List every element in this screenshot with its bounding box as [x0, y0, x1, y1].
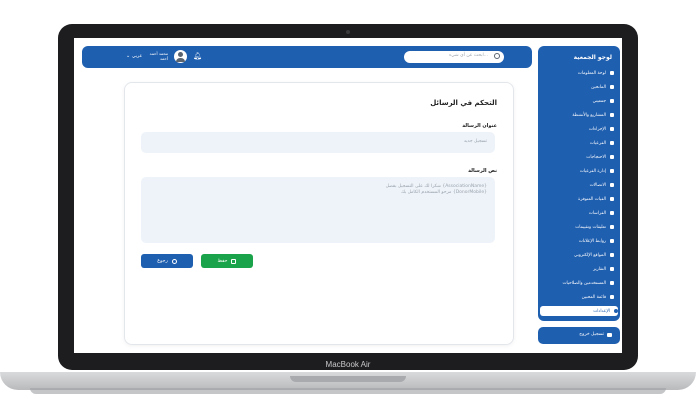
camera-icon — [346, 30, 350, 34]
sidebar-item-complaints[interactable]: الاحتجاجات — [542, 152, 614, 162]
sidebar-item-websites[interactable]: المواقع الإلكتروني — [542, 250, 614, 260]
avatar[interactable] — [174, 50, 187, 63]
body-textarea[interactable]: شكرا لك على التسجيل بفضل {AssociationNam… — [141, 177, 495, 243]
logout-label: تسجيل خروج — [579, 332, 604, 337]
sidebar-item-donors[interactable]: المانحين — [542, 82, 614, 92]
user-name-line2: أحمد — [160, 56, 168, 61]
circle-icon — [610, 211, 614, 215]
users-icon — [610, 295, 614, 299]
user-icon — [610, 85, 614, 89]
chat-icon — [610, 155, 614, 159]
bell-icon[interactable]: 🔔︎ — [193, 52, 202, 60]
top-bar: 🔔︎ محمد أحمد أحمد ⌄ عربي ابحث عن أي شيء.… — [82, 46, 532, 68]
sidebar-item-branches[interactable]: الفرعيات — [542, 138, 614, 148]
sidebar-item-reports[interactable]: التقارير — [542, 264, 614, 274]
page-title: التحكم في الرسائل — [430, 99, 497, 107]
sidebar-item-projects[interactable]: المشاريع والأنشطة — [542, 110, 614, 120]
share-icon — [610, 239, 614, 243]
search-icon — [494, 53, 500, 59]
back-icon — [171, 258, 177, 264]
body-label: نص الرسالة — [468, 168, 497, 174]
sidebar-item-studies[interactable]: الفراسات — [542, 208, 614, 218]
sidebar-item-contacts[interactable]: الاتصالات — [542, 180, 614, 190]
subject-input[interactable]: تسجيل جديد — [141, 132, 495, 153]
sidebar-logo: لوجو الجمعية — [573, 54, 612, 61]
body-placeholder: شكرا لك على التسجيل بفضل {AssociationNam… — [385, 184, 487, 195]
report-icon — [610, 267, 614, 271]
sidebar-item-reviews[interactable]: تعليقات وتقييمات — [542, 222, 614, 232]
grid-icon — [610, 71, 614, 75]
gear-icon — [614, 309, 618, 313]
list-icon — [610, 127, 614, 131]
sidebar-item-my-association[interactable]: جمعيتي — [542, 96, 614, 106]
briefcase-icon — [610, 113, 614, 117]
swap-icon — [610, 169, 614, 173]
back-button[interactable]: رجوع — [141, 254, 193, 268]
screen: 🔔︎ محمد أحمد أحمد ⌄ عربي ابحث عن أي شيء.… — [74, 38, 622, 353]
sidebar-item-users[interactable]: المستخدمين والصلاحيات — [542, 278, 614, 288]
sidebar-item-settings[interactable]: الإعدادات — [540, 306, 618, 316]
users-icon — [610, 281, 614, 285]
laptop-shadow — [30, 388, 666, 394]
file-icon — [610, 141, 614, 145]
device-label: MacBook Air — [325, 360, 371, 369]
subject-label: عنوان الرسالة — [462, 123, 497, 129]
sidebar-item-favorites[interactable]: قائمة المحبين — [542, 292, 614, 302]
save-icon — [231, 258, 237, 264]
sidebar-item-ad-links[interactable]: روابط الإعلانات — [542, 236, 614, 246]
laptop-notch — [290, 376, 406, 382]
sidebar-item-available[interactable]: الفيات المتوفرة — [542, 194, 614, 204]
location-icon — [610, 253, 614, 257]
subject-placeholder: تسجيل جديد — [463, 139, 487, 144]
search-input[interactable]: ابحث عن أي شيء... — [404, 51, 504, 63]
logout-button[interactable]: تسجيل خروج — [538, 327, 620, 344]
logout-icon — [607, 333, 612, 337]
phone-icon — [610, 183, 614, 187]
sidebar-item-branch-management[interactable]: إدارة الفرعيات — [542, 166, 614, 176]
save-button[interactable]: حفظ — [201, 254, 253, 268]
language-selector[interactable]: عربي — [132, 54, 142, 59]
search-placeholder: ابحث عن أي شيء... — [449, 53, 488, 58]
sidebar: لوجو الجمعية لوحة المعلومات المانحين جمع… — [538, 46, 620, 321]
save-label: حفظ — [217, 258, 228, 264]
sidebar-item-procedures[interactable]: الإجراءات — [542, 124, 614, 134]
message-settings-card: التحكم في الرسائل عنوان الرسالة تسجيل جد… — [124, 82, 514, 345]
user-name[interactable]: محمد أحمد أحمد — [148, 51, 168, 61]
chevron-down-icon[interactable]: ⌄ — [126, 53, 130, 59]
globe-icon — [610, 197, 614, 201]
back-label: رجوع — [157, 258, 168, 264]
sidebar-item-dashboard[interactable]: لوحة المعلومات — [542, 68, 614, 78]
heart-icon — [610, 99, 614, 103]
star-icon — [610, 225, 614, 229]
